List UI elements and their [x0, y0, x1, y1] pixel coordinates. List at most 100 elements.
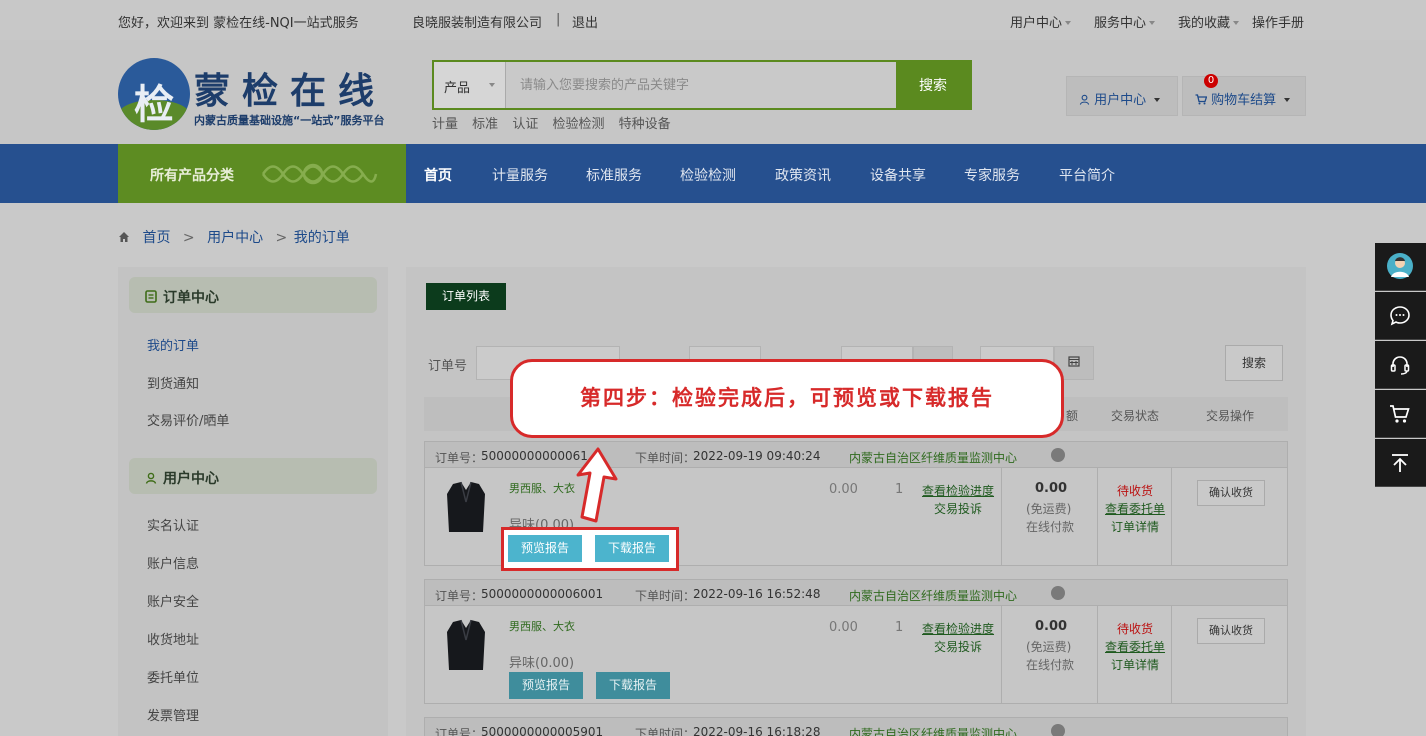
hot-keyword[interactable]: 检验检测 — [552, 117, 604, 132]
chevron-down-icon — [1149, 21, 1156, 25]
preview-report-button[interactable]: 预览报告 — [509, 672, 583, 699]
chevron-down-icon — [1065, 21, 1072, 25]
order-header: 订单号： 5000000000005901 下单时间： 2022-09-16 1… — [425, 718, 1287, 736]
sidebar-item-account-info[interactable]: 账户信息 — [147, 553, 199, 572]
view-progress-link[interactable]: 查看检验进度 — [922, 482, 994, 499]
order-time: 2022-09-16 16:52:48 — [693, 587, 821, 601]
shop-link[interactable]: 内蒙古自治区纤维质量监测中心 — [849, 587, 1017, 604]
main-nav: 所有产品分类 首页 计量服务 标准服务 检验检测 政策资讯 设备共享 专家服务 … — [0, 144, 1426, 203]
nav-item-policy[interactable]: 政策资讯 — [775, 165, 831, 185]
topbar-user-center[interactable]: 用户中心 — [1010, 12, 1072, 31]
product-image[interactable] — [445, 480, 487, 534]
order-row: 订单号： 5000000000006001 下单时间： 2022-09-16 1… — [424, 579, 1288, 704]
divider — [1171, 468, 1172, 566]
sidebar-item-my-orders[interactable]: 我的订单 — [147, 335, 199, 354]
hot-keyword[interactable]: 认证 — [512, 117, 538, 132]
hot-keyword[interactable]: 计量 — [432, 117, 458, 132]
sidebar-item-entrusting-unit[interactable]: 委托单位 — [147, 667, 199, 686]
customer-service-icon[interactable] — [1051, 448, 1065, 462]
shop-link[interactable]: 内蒙古自治区纤维质量监测中心 — [849, 725, 1017, 736]
header-cart-button[interactable]: 购物车结算 — [1182, 76, 1306, 116]
toolbar-chat[interactable] — [1375, 292, 1426, 340]
filter-search-button[interactable]: 搜索 — [1225, 345, 1283, 381]
nav-item-home[interactable]: 首页 — [424, 165, 452, 185]
header-user-center-button[interactable]: 用户中心 — [1066, 76, 1178, 116]
topbar-service-center[interactable]: 服务中心 — [1094, 12, 1156, 31]
nav-item-inspection[interactable]: 检验检测 — [680, 165, 736, 185]
topbar-service-center-label: 服务中心 — [1094, 16, 1147, 31]
search-input[interactable] — [508, 62, 896, 108]
order-row: 订单号： 5000000000005901 下单时间： 2022-09-16 1… — [424, 717, 1288, 736]
view-entrust-link[interactable]: 查看委托单 — [1105, 500, 1165, 517]
freight-note: (免运费) — [1026, 502, 1072, 516]
preview-report-button[interactable]: 预览报告 — [508, 535, 582, 562]
column-header: 交易操作 — [1206, 409, 1255, 423]
divider — [1001, 606, 1002, 704]
product-image[interactable] — [445, 618, 487, 672]
customer-service-icon[interactable] — [1051, 724, 1065, 736]
toolbar-support[interactable] — [1375, 341, 1426, 389]
knot-pattern-icon — [261, 163, 378, 185]
breadcrumb-home[interactable]: 首页 — [142, 230, 170, 246]
view-entrust-link[interactable]: 查看委托单 — [1105, 638, 1165, 655]
topbar-favorites-label: 我的收藏 — [1178, 16, 1231, 31]
quantity: 1 — [895, 482, 904, 497]
hot-keyword[interactable]: 标准 — [472, 117, 498, 132]
sidebar-item-reviews[interactable]: 交易评价/晒单 — [147, 410, 229, 429]
search-category-label: 产品 — [444, 81, 471, 96]
download-report-button[interactable]: 下载报告 — [595, 535, 669, 562]
tutorial-callout: 第四步：检验完成后，可预览或下载报告 — [510, 359, 1064, 438]
all-categories-menu[interactable]: 所有产品分类 — [118, 144, 406, 203]
column-header: 交易状态 — [1111, 409, 1160, 423]
order-time: 2022-09-19 09:40:24 — [693, 449, 821, 463]
search-category-select[interactable]: 产品 — [434, 62, 506, 108]
confirm-receipt-button[interactable]: 确认收货 — [1197, 480, 1265, 506]
logo-emblem[interactable]: 检 — [118, 58, 190, 130]
order-detail-link[interactable]: 订单详情 — [1111, 518, 1159, 535]
logo-emblem-char: 检 — [134, 81, 174, 128]
toolbar-avatar[interactable] — [1375, 243, 1426, 291]
download-report-button[interactable]: 下载报告 — [596, 672, 670, 699]
logo-subtitle: 内蒙古质量基础设施“一站式”服务平台 — [194, 114, 385, 127]
sidebar-item-invoice[interactable]: 发票管理 — [147, 705, 199, 724]
nav-item-metrology[interactable]: 计量服务 — [492, 165, 548, 185]
user-icon — [145, 472, 157, 484]
toolbar-cart[interactable] — [1375, 390, 1426, 438]
breadcrumb-my-orders[interactable]: 我的订单 — [294, 230, 350, 246]
complaint-link[interactable]: 交易投诉 — [934, 500, 982, 517]
product-name[interactable]: 男西服、大衣 — [509, 618, 575, 634]
customer-service-icon[interactable] — [1051, 586, 1065, 600]
sidebar-item-account-security[interactable]: 账户安全 — [147, 591, 199, 610]
order-detail-link[interactable]: 订单详情 — [1111, 656, 1159, 673]
tab-order-list[interactable]: 订单列表 — [426, 283, 506, 310]
toolbar-back-to-top[interactable] — [1375, 439, 1426, 487]
sidebar-item-verification[interactable]: 实名认证 — [147, 515, 199, 534]
product-name[interactable]: 男西服、大衣 — [509, 480, 575, 496]
complaint-link[interactable]: 交易投诉 — [934, 638, 982, 655]
logo-title[interactable]: 蒙检在线 — [194, 62, 386, 114]
company-link[interactable]: 良晓服装制造有限公司 — [412, 12, 542, 31]
sidebar-item-arrival-notice[interactable]: 到货通知 — [147, 373, 199, 392]
unit-price: 0.00 — [829, 620, 858, 635]
nav-item-standards[interactable]: 标准服务 — [586, 165, 642, 185]
search-button[interactable]: 搜索 — [896, 62, 970, 108]
breadcrumb-user-center[interactable]: 用户中心 — [207, 230, 263, 246]
headset-icon — [1390, 356, 1410, 375]
logout-link[interactable]: 退出 — [572, 12, 598, 31]
sidebar-item-address[interactable]: 收货地址 — [147, 629, 199, 648]
nav-item-experts[interactable]: 专家服务 — [964, 165, 1020, 185]
nav-item-about[interactable]: 平台简介 — [1059, 165, 1115, 185]
payment-method: 在线付款 — [1026, 520, 1075, 534]
hot-keyword[interactable]: 特种设备 — [619, 117, 671, 132]
topbar-manual[interactable]: 操作手册 — [1252, 12, 1304, 31]
document-icon — [145, 290, 157, 303]
avatar-icon — [1387, 253, 1413, 279]
order-number-label: 订单号： — [435, 727, 484, 736]
nav-item-equipment[interactable]: 设备共享 — [870, 165, 926, 185]
confirm-receipt-button[interactable]: 确认收货 — [1197, 618, 1265, 644]
shop-link[interactable]: 内蒙古自治区纤维质量监测中心 — [849, 449, 1017, 466]
order-total: 0.00 — [1035, 619, 1068, 634]
view-progress-link[interactable]: 查看检验进度 — [922, 620, 994, 637]
topbar-favorites[interactable]: 我的收藏 — [1178, 12, 1240, 31]
order-number-label: 订单号 — [428, 359, 468, 374]
